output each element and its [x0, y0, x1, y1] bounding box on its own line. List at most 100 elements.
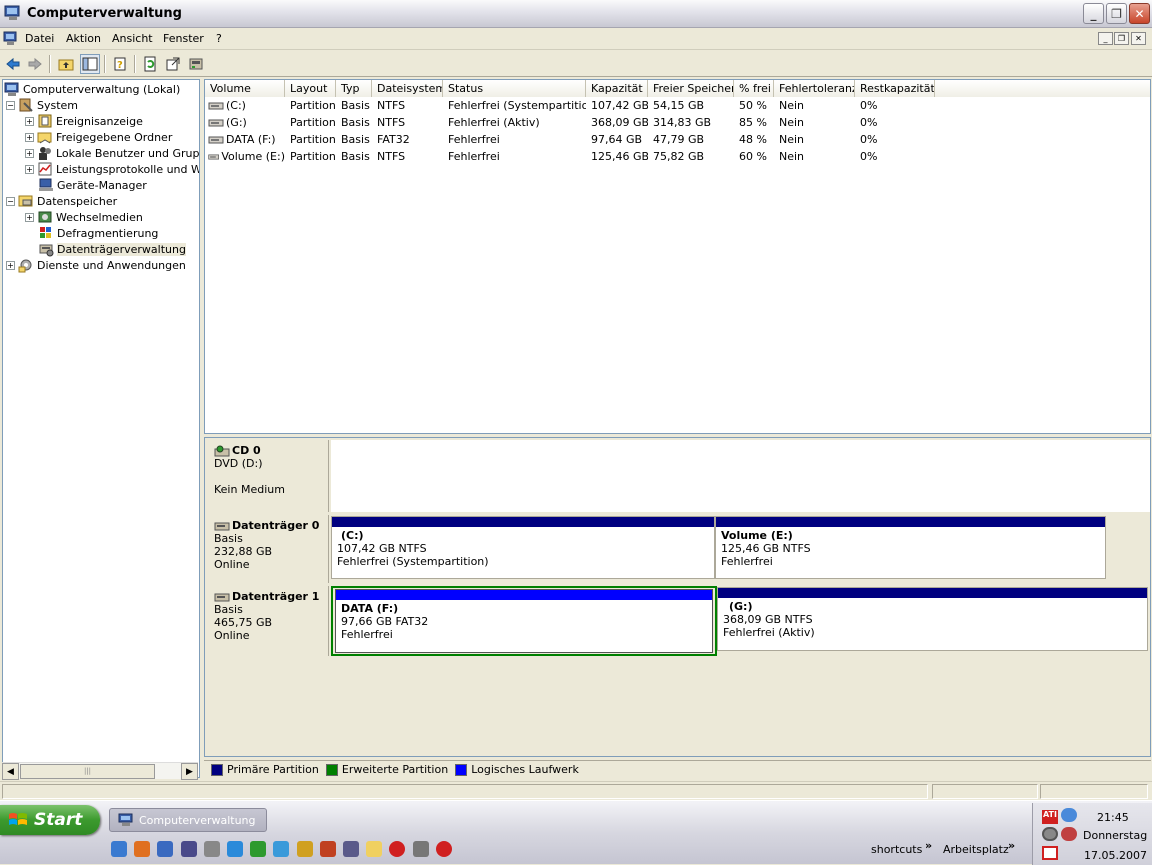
col-header-filesystem[interactable]: Dateisystem	[372, 80, 443, 97]
disk-row-disk0[interactable]: Datenträger 0 Basis 232,88 GB Online (C:…	[207, 515, 1150, 583]
up-folder-button[interactable]	[56, 54, 76, 74]
col-header-status[interactable]: Status	[443, 80, 586, 97]
tree-item-root[interactable]: Computerverwaltung (Lokal)	[4, 81, 180, 97]
chevron-icon[interactable]: »	[925, 839, 932, 852]
col-header-volume[interactable]: Volume	[205, 80, 285, 97]
quicklaunch-notepad-icon[interactable]	[296, 841, 313, 857]
quicklaunch-messenger-icon[interactable]	[227, 841, 243, 857]
quicklaunch-connect-icon[interactable]	[412, 841, 429, 857]
properties-button[interactable]: ?	[110, 54, 130, 74]
volume-list[interactable]: Volume Layout Typ Dateisystem Status Kap…	[204, 79, 1151, 434]
scroll-left-button[interactable]: ◀	[2, 763, 19, 780]
quicklaunch-network-icon[interactable]	[273, 841, 290, 857]
tree-item-removable-storage[interactable]: + Wechselmedien	[25, 209, 143, 225]
tree-item-disk-management[interactable]: Datenträgerverwaltung	[38, 241, 186, 257]
close-button[interactable]: ✕	[1129, 3, 1150, 24]
quicklaunch-close-icon[interactable]	[435, 841, 452, 857]
disk-info-disk1[interactable]: Datenträger 1 Basis 465,75 GB Online	[207, 586, 329, 656]
tree-item-event-viewer[interactable]: + Ereignisanzeige	[25, 113, 143, 129]
expand-toggle[interactable]: +	[25, 148, 34, 158]
show-hide-tree-button[interactable]	[80, 54, 100, 74]
tree-item-device-manager[interactable]: Geräte-Manager	[38, 177, 147, 193]
taskbar-button-computer-management[interactable]: Computerverwaltung	[109, 808, 267, 832]
disk-properties-button[interactable]	[186, 54, 206, 74]
forward-button[interactable]	[25, 54, 45, 74]
partition-f[interactable]: DATA (F:) 97,66 GB FAT32 Fehlerfrei	[335, 589, 713, 653]
export-list-button[interactable]	[163, 54, 183, 74]
col-header-percent-free[interactable]: % frei	[734, 80, 774, 97]
cell-type: Basis	[341, 150, 370, 163]
network-tray-icon[interactable]	[1061, 808, 1077, 822]
menu-ansicht[interactable]: Ansicht	[112, 32, 153, 45]
back-button[interactable]	[3, 54, 23, 74]
disk-row-disk1[interactable]: Datenträger 1 Basis 465,75 GB Online DAT…	[207, 586, 1150, 656]
sound-tray-icon[interactable]	[1042, 827, 1058, 841]
disk-row-cd0[interactable]: CD 0 DVD (D:) Kein Medium	[207, 440, 1150, 512]
clock-time[interactable]: 21:45	[1097, 811, 1129, 824]
table-row[interactable]: (G:) Partition Basis NTFS Fehlerfrei (Aktiv)…	[205, 114, 1150, 131]
antivirus-tray-icon[interactable]	[1042, 846, 1058, 860]
expand-toggle[interactable]: +	[6, 260, 15, 270]
quicklaunch-ie-icon[interactable]	[111, 841, 127, 857]
tree-item-storage[interactable]: − Datenspeicher	[6, 193, 117, 209]
quicklaunch-stop-icon[interactable]	[389, 841, 406, 857]
table-row[interactable]: Volume (E:) Partition Basis NTFS Fehlerfrei 1…	[205, 148, 1150, 165]
tree-horizontal-scrollbar[interactable]: ◀ ||| ▶	[2, 762, 198, 780]
scroll-thumb[interactable]: |||	[20, 764, 155, 779]
expand-toggle[interactable]: +	[25, 132, 34, 142]
quicklaunch-outlook-icon[interactable]	[157, 841, 174, 857]
tree-item-local-users[interactable]: + Lokale Benutzer und Gruppen	[25, 145, 199, 161]
partition-g[interactable]: (G:) 368,09 GB NTFS Fehlerfrei (Aktiv)	[717, 587, 1148, 651]
partition-c[interactable]: (C:) 107,42 GB NTFS Fehlerfrei (Systempa…	[331, 516, 715, 579]
disk-info-cd0[interactable]: CD 0 DVD (D:) Kein Medium	[207, 440, 329, 512]
toolbar-shortcuts[interactable]: shortcuts	[871, 843, 922, 856]
expand-toggle[interactable]: +	[25, 212, 34, 222]
disk-graphical-view[interactable]: CD 0 DVD (D:) Kein Medium Datenträger 0 …	[204, 437, 1151, 757]
col-header-capacity[interactable]: Kapazität	[586, 80, 648, 97]
partition-e[interactable]: Volume (E:) 125,46 GB NTFS Fehlerfrei	[715, 516, 1106, 579]
quicklaunch-search-icon[interactable]	[343, 841, 359, 857]
tree-item-shared-folders[interactable]: + Freigegebene Ordner	[25, 129, 172, 145]
mdi-minimize-button[interactable]: _	[1098, 32, 1113, 45]
title-bar[interactable]: Computerverwaltung _ ❐ ✕	[0, 0, 1152, 28]
collapse-toggle[interactable]: −	[6, 100, 15, 110]
ati-tray-icon[interactable]: ATI	[1042, 810, 1058, 824]
table-row[interactable]: DATA (F:) Partition Basis FAT32 Fehlerfrei 97…	[205, 131, 1150, 148]
mdi-restore-button[interactable]: ❐	[1114, 32, 1129, 45]
menu-aktion[interactable]: Aktion	[66, 32, 101, 45]
col-header-overhead[interactable]: Restkapazität	[855, 80, 935, 97]
expand-toggle[interactable]: +	[25, 116, 34, 126]
col-header-layout[interactable]: Layout	[285, 80, 336, 97]
tree-item-services-applications[interactable]: + Dienste und Anwendungen	[6, 257, 186, 273]
quicklaunch-paint-icon[interactable]	[319, 841, 336, 857]
tree-item-performance-logs[interactable]: + Leistungsprotokolle und Warnungen	[25, 161, 199, 177]
scroll-right-button[interactable]: ▶	[181, 763, 198, 780]
console-tree[interactable]: Computerverwaltung (Lokal) − System + Er…	[2, 79, 200, 778]
chevron-icon[interactable]: »	[1008, 839, 1015, 852]
quicklaunch-folder-icon[interactable]	[366, 841, 383, 857]
toolbar-arbeitsplatz[interactable]: Arbeitsplatz	[943, 843, 1009, 856]
table-row[interactable]: (C:) Partition Basis NTFS Fehlerfrei (System…	[205, 97, 1150, 114]
mmc-document-icon[interactable]	[3, 31, 19, 46]
tree-item-system[interactable]: − System	[6, 97, 78, 113]
col-header-fault-tolerance[interactable]: Fehlertoleranz	[774, 80, 855, 97]
menu-fenster[interactable]: Fenster	[163, 32, 204, 45]
messenger-tray-icon[interactable]	[1061, 827, 1077, 841]
start-button[interactable]: Start	[0, 805, 100, 835]
col-header-type[interactable]: Typ	[336, 80, 372, 97]
maximize-button[interactable]: ❐	[1106, 3, 1127, 24]
tree-item-defragmentation[interactable]: Defragmentierung	[38, 225, 158, 241]
disk-info-disk0[interactable]: Datenträger 0 Basis 232,88 GB Online	[207, 515, 329, 583]
quicklaunch-media-player-icon[interactable]	[180, 841, 197, 857]
menu-datei[interactable]: Datei	[25, 32, 54, 45]
collapse-toggle[interactable]: −	[6, 196, 15, 206]
minimize-button[interactable]: _	[1083, 3, 1104, 24]
mdi-close-button[interactable]: ✕	[1131, 32, 1146, 45]
expand-toggle[interactable]: +	[25, 164, 34, 174]
quicklaunch-firefox-icon[interactable]	[134, 841, 151, 857]
quicklaunch-tools-icon[interactable]	[203, 841, 220, 857]
refresh-button[interactable]	[140, 54, 160, 74]
quicklaunch-torrent-icon[interactable]	[250, 841, 267, 857]
menu-help[interactable]: ?	[216, 32, 222, 45]
col-header-free-space[interactable]: Freier Speicher	[648, 80, 734, 97]
